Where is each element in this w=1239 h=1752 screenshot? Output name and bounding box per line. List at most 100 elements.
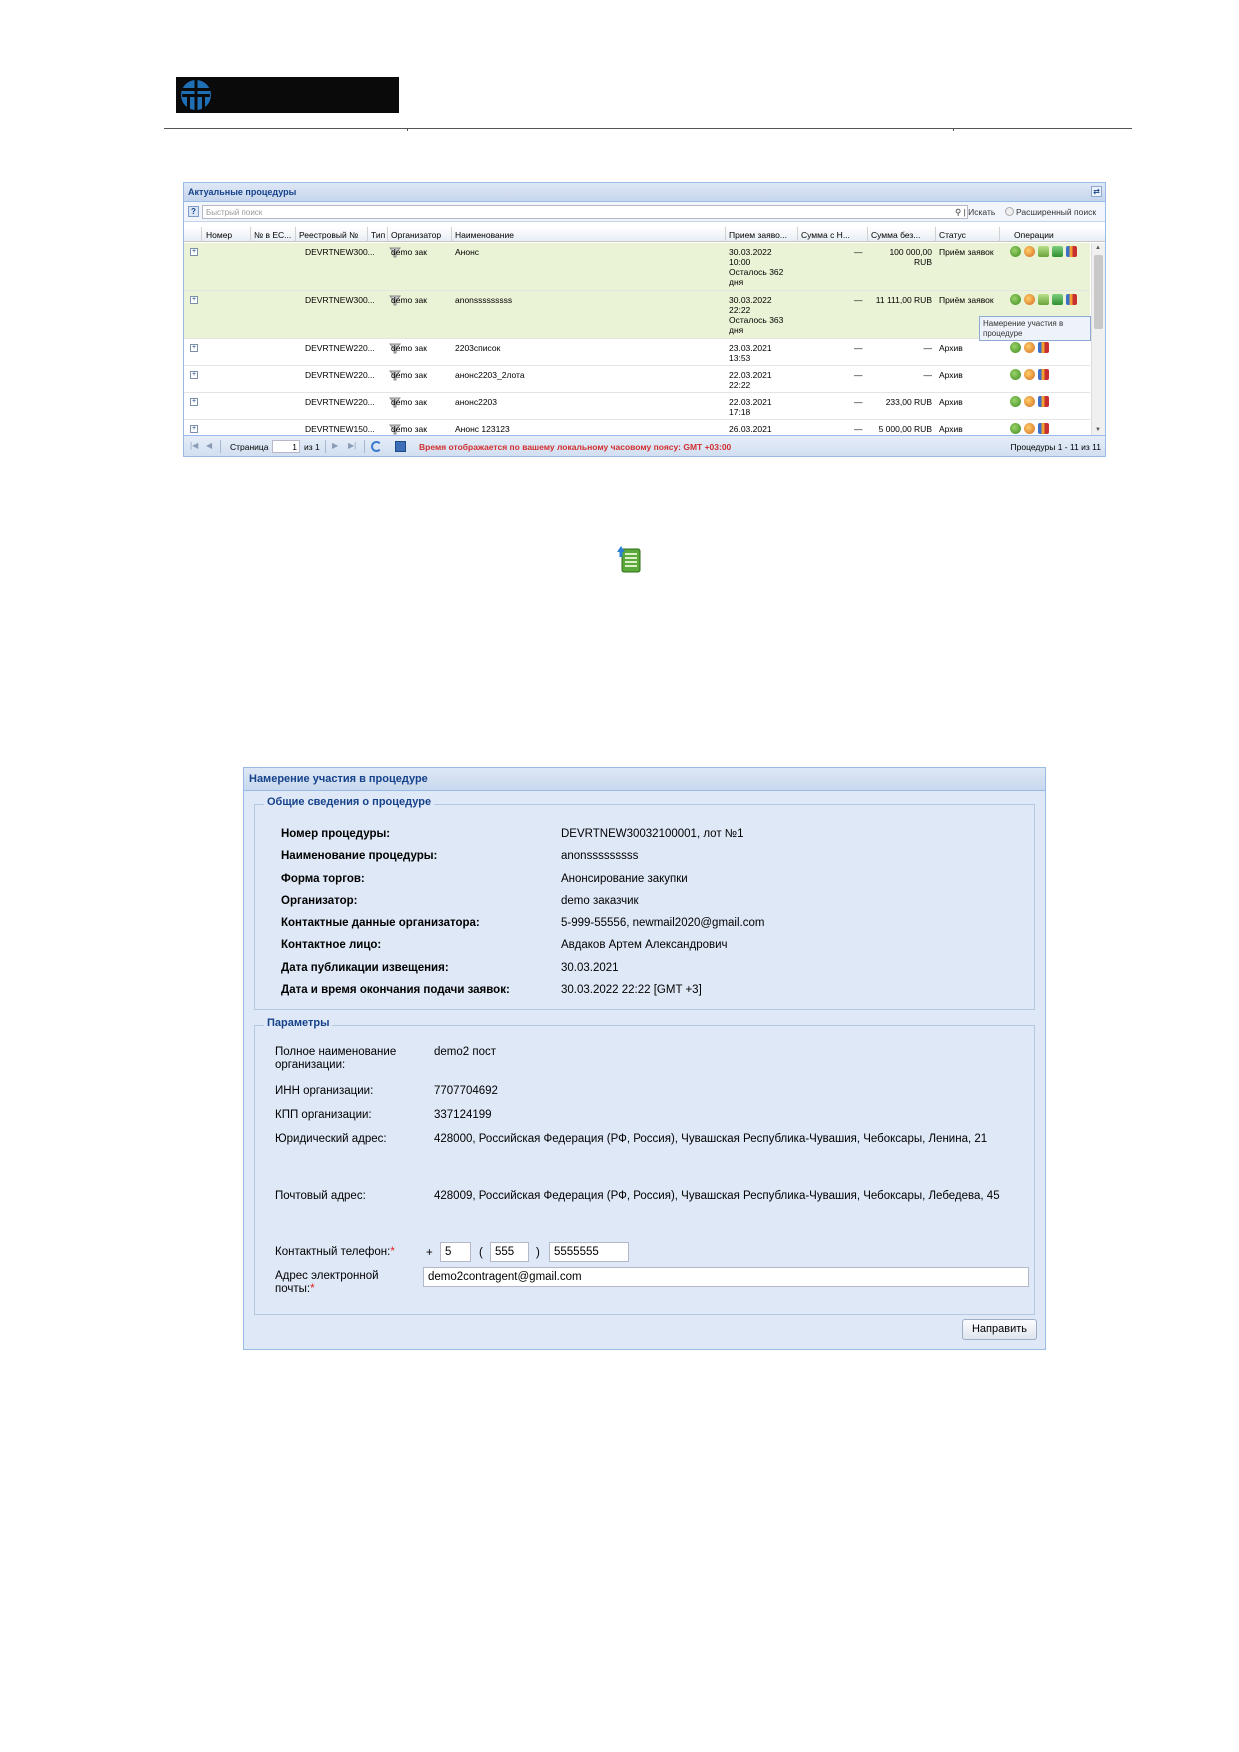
table-row[interactable]: + DEVRTNEW220... demo зак анонс2203 22.0… xyxy=(184,393,1090,420)
refresh-icon[interactable] xyxy=(371,441,382,452)
cell-sum: — xyxy=(923,343,933,353)
statistics-chart-icon[interactable] xyxy=(1066,294,1077,305)
grid-title-text: Актуальные процедуры xyxy=(188,187,297,197)
cell-applications: 30.03.2022 22:22 Осталось 363 дня xyxy=(729,295,784,335)
prev-page-icon[interactable]: ◀ xyxy=(206,441,215,451)
next-page-icon[interactable]: ▶ xyxy=(332,441,341,451)
send-button[interactable]: Направить xyxy=(962,1319,1037,1340)
col-header-sum[interactable]: Сумма без... xyxy=(871,230,920,240)
help-icon[interactable]: ? xyxy=(188,206,199,217)
cell-registry-number[interactable]: DEVRTNEW220... xyxy=(305,370,375,380)
parameters-legend: Параметры xyxy=(264,1017,333,1029)
logo-emblem-icon xyxy=(181,80,211,110)
deadline-label: Дата и время окончания подачи заявок: xyxy=(281,984,510,996)
save-icon[interactable] xyxy=(395,441,406,452)
row-operations xyxy=(1010,294,1077,305)
table-row[interactable]: + DEVRTNEW150... demo зак Анонс 123123 2… xyxy=(184,420,1090,435)
refresh-panel-icon[interactable]: ⇄ xyxy=(1091,186,1102,197)
col-header-applications[interactable]: Прием заяво... xyxy=(729,230,787,240)
row-operations xyxy=(1010,396,1049,407)
procedure-number-value: DEVRTNEW30032100001, лот №1 xyxy=(561,828,744,840)
company-logo xyxy=(176,77,399,113)
participation-intent-icon[interactable] xyxy=(1052,294,1063,305)
cell-registry-number[interactable]: DEVRTNEW150... xyxy=(305,424,375,434)
cell-status: Архив xyxy=(939,424,963,434)
col-header-type[interactable]: Тип xyxy=(371,230,385,240)
grid-scrollbar[interactable]: ▲ ▼ xyxy=(1091,243,1105,435)
expand-row-icon[interactable]: + xyxy=(190,371,198,379)
cell-organizer: demo зак xyxy=(391,295,427,305)
view-procedure-icon[interactable] xyxy=(1010,369,1021,380)
scroll-down-arrow-icon[interactable]: ▼ xyxy=(1095,427,1101,433)
phone-number-input[interactable]: 5555555 xyxy=(549,1242,629,1262)
cell-sum: 11 111,00 RUB xyxy=(875,295,932,305)
scroll-thumb[interactable] xyxy=(1094,255,1103,329)
view-procedure-icon[interactable] xyxy=(1010,396,1021,407)
col-header-sum-vat[interactable]: Сумма с Н... xyxy=(801,230,850,240)
scroll-up-arrow-icon[interactable]: ▲ xyxy=(1095,245,1101,251)
table-row[interactable]: + DEVRTNEW300... demo зак anonsssssssss … xyxy=(184,291,1090,339)
participation-intent-tooltip: Намерение участия в процедуре xyxy=(979,316,1091,341)
open-lot-icon[interactable] xyxy=(1038,294,1049,305)
legal-address-label: Юридический адрес: xyxy=(275,1133,387,1145)
view-procedure-icon[interactable] xyxy=(1010,423,1021,434)
settings-icon[interactable] xyxy=(1024,396,1035,407)
cell-sum: 5 000,00 RUB xyxy=(878,424,932,434)
statistics-chart-icon[interactable] xyxy=(1038,369,1049,380)
expand-row-icon[interactable]: + xyxy=(190,296,198,304)
participation-intent-icon[interactable] xyxy=(1052,246,1063,257)
postal-address-value: 428009, Российская Федерация (РФ, Россия… xyxy=(434,1190,1000,1202)
statistics-chart-icon[interactable] xyxy=(1066,246,1077,257)
col-header-name[interactable]: Наименование xyxy=(455,230,514,240)
page-count-label: из 1 xyxy=(304,442,320,452)
cell-organizer: demo зак xyxy=(391,247,427,257)
trade-form-label: Форма торгов: xyxy=(281,873,365,885)
settings-icon[interactable] xyxy=(1024,342,1035,353)
table-row[interactable]: + DEVRTNEW300... demo зак Анонс 30.03.20… xyxy=(184,243,1090,291)
settings-icon[interactable] xyxy=(1024,369,1035,380)
expand-row-icon[interactable]: + xyxy=(190,398,198,406)
last-page-icon[interactable]: ▶| xyxy=(348,441,357,451)
cell-registry-number[interactable]: DEVRTNEW300... xyxy=(305,295,375,305)
first-page-icon[interactable]: |◀ xyxy=(190,441,199,451)
col-header-organizer[interactable]: Организатор xyxy=(391,230,441,240)
view-procedure-icon[interactable] xyxy=(1010,342,1021,353)
cell-name: Анонс xyxy=(455,247,480,257)
grid-pager: |◀ ◀ Страница 1 из 1 ▶ ▶| Время отобража… xyxy=(184,435,1105,456)
table-row[interactable]: + DEVRTNEW220... demo зак 2203список 23.… xyxy=(184,339,1090,366)
advanced-search-button[interactable]: Расширенный поиск xyxy=(1005,207,1096,217)
open-lot-icon[interactable] xyxy=(1038,246,1049,257)
phone-area-code-input[interactable]: 555 xyxy=(490,1242,529,1262)
publication-date-label: Дата публикации извещения: xyxy=(281,962,449,974)
statistics-chart-icon[interactable] xyxy=(1038,396,1049,407)
cell-status: Приём заявок xyxy=(939,295,994,305)
statistics-chart-icon[interactable] xyxy=(1038,423,1049,434)
cell-registry-number[interactable]: DEVRTNEW220... xyxy=(305,397,375,407)
search-button[interactable]: ⚲ | Искать xyxy=(955,207,995,218)
col-header-eis-number[interactable]: № в ЕС... xyxy=(254,230,291,240)
settings-icon[interactable] xyxy=(1024,423,1035,434)
phone-country-code-input[interactable]: 5 xyxy=(440,1242,471,1262)
col-header-number[interactable]: Номер xyxy=(206,230,232,240)
page-number-input[interactable]: 1 xyxy=(272,440,300,453)
cell-registry-number[interactable]: DEVRTNEW300... xyxy=(305,247,375,257)
settings-icon[interactable] xyxy=(1024,294,1035,305)
trade-form-value: Анонсирование закупки xyxy=(561,873,688,885)
search-button-label: Искать xyxy=(968,207,996,217)
cell-registry-number[interactable]: DEVRTNEW220... xyxy=(305,343,375,353)
settings-icon[interactable] xyxy=(1024,246,1035,257)
expand-row-icon[interactable]: + xyxy=(190,425,198,433)
cell-sum-vat: — xyxy=(854,295,863,305)
expand-row-icon[interactable]: + xyxy=(190,248,198,256)
statistics-chart-icon[interactable] xyxy=(1038,342,1049,353)
cell-applications: 22.03.2021 22:22 xyxy=(729,370,772,390)
email-input[interactable]: demo2contragent@gmail.com xyxy=(423,1267,1029,1287)
cell-status: Архив xyxy=(939,397,963,407)
view-procedure-icon[interactable] xyxy=(1010,294,1021,305)
expand-row-icon[interactable]: + xyxy=(190,344,198,352)
col-header-registry-number[interactable]: Реестровый № xyxy=(299,230,358,240)
col-header-status[interactable]: Статус xyxy=(939,230,966,240)
table-row[interactable]: + DEVRTNEW220... demo зак анонс2203_2лот… xyxy=(184,366,1090,393)
view-procedure-icon[interactable] xyxy=(1010,246,1021,257)
quick-search-input[interactable]: Быстрый поиск xyxy=(202,205,968,219)
